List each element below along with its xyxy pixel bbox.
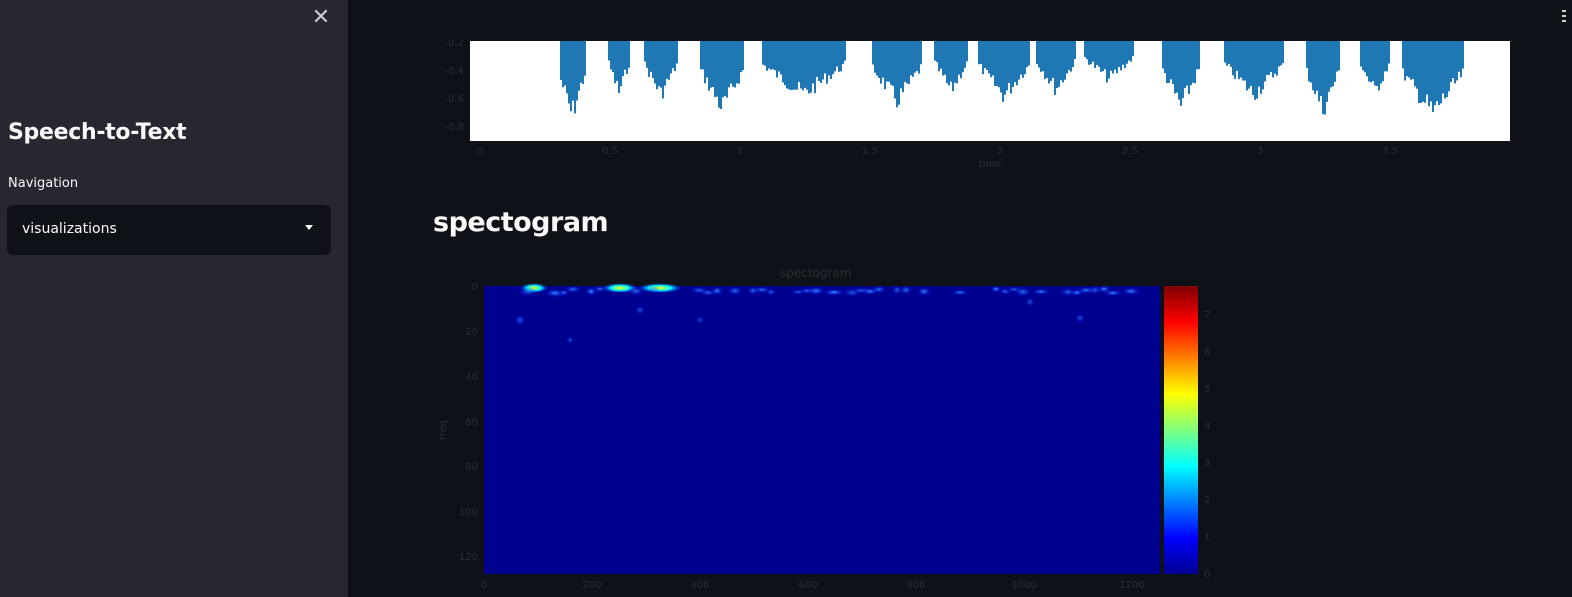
spectrogram-xtick: 0: [481, 580, 487, 591]
spectrogram-ytick: 40: [465, 372, 478, 383]
spectrogram-heatmap: [484, 286, 1160, 574]
spectrogram-plot: 0 20 40 60 80 100 120 0 200 400 600 800 1000 1200 0 1…: [440, 282, 1210, 591]
main-content: -0.2 -0.4 -0.6 -0.8 0 0.5 1 1.5 2 2.5 3 3.5 time s…: [348, 0, 1572, 597]
colorbar-tick: 4: [1204, 421, 1210, 432]
waveform-ytick: -0.4: [444, 66, 464, 77]
spectrogram-xtick: 800: [906, 580, 925, 591]
waveform-xtick: 3.5: [1382, 146, 1398, 157]
waveform-xtick: 0.5: [602, 146, 618, 157]
waveform-ytick: -0.2: [444, 40, 464, 49]
sidebar: ✕ Speech-to-Text Navigation visualizatio…: [0, 0, 348, 597]
spectrogram-xtick: 200: [582, 580, 601, 591]
navigation-select-value: visualizations: [22, 221, 117, 237]
app-title: Speech-to-Text: [8, 120, 187, 145]
close-icon[interactable]: ✕: [309, 6, 333, 30]
waveform-ytick: -0.6: [444, 94, 464, 105]
spectrogram-ytick: 60: [465, 417, 478, 428]
colorbar-tick: 5: [1204, 384, 1210, 395]
spectrogram-ytick: 0: [472, 282, 478, 293]
spectrogram-title: spectogram: [780, 266, 852, 280]
waveform-xtick: 2: [997, 146, 1003, 157]
navigation-select[interactable]: visualizations: [7, 205, 331, 255]
spectrogram-ytick: 120: [459, 552, 478, 563]
spectrogram-ytick: 80: [465, 462, 478, 473]
waveform-xtick: 1: [737, 146, 743, 157]
spectrogram-xtick: 1000: [1011, 580, 1036, 591]
colorbar-tick: 6: [1204, 347, 1210, 358]
waveform-xtick: 2.5: [1122, 146, 1138, 157]
waveform-xtick: 3: [1257, 146, 1263, 157]
waveform-xlabel: time: [979, 159, 1002, 170]
chevron-down-icon: [305, 225, 313, 230]
colorbar-tick: 0: [1204, 569, 1210, 580]
spectrogram-xtick: 1200: [1119, 580, 1144, 591]
waveform-xtick: 1.5: [862, 146, 878, 157]
waveform-ytick: -0.8: [444, 122, 464, 133]
spectrogram-xtick: 400: [690, 580, 709, 591]
colorbar: [1164, 286, 1198, 574]
spectrogram-xtick: 600: [798, 580, 817, 591]
spectrogram-ytick: 20: [465, 327, 478, 338]
waveform-xtick: 0: [477, 146, 483, 157]
waveform-plot: -0.2 -0.4 -0.6 -0.8 0 0.5 1 1.5 2 2.5 3 3.5 time: [444, 40, 1510, 170]
section-heading: spectogram: [433, 207, 609, 238]
navigation-label: Navigation: [8, 176, 79, 191]
spectrogram-ylabel: freq: [440, 420, 449, 440]
colorbar-tick: 2: [1204, 495, 1210, 506]
spectrogram-ytick: 100: [459, 507, 478, 518]
colorbar-tick: 3: [1204, 458, 1210, 469]
colorbar-tick: 7: [1204, 310, 1210, 321]
colorbar-tick: 1: [1204, 532, 1210, 543]
